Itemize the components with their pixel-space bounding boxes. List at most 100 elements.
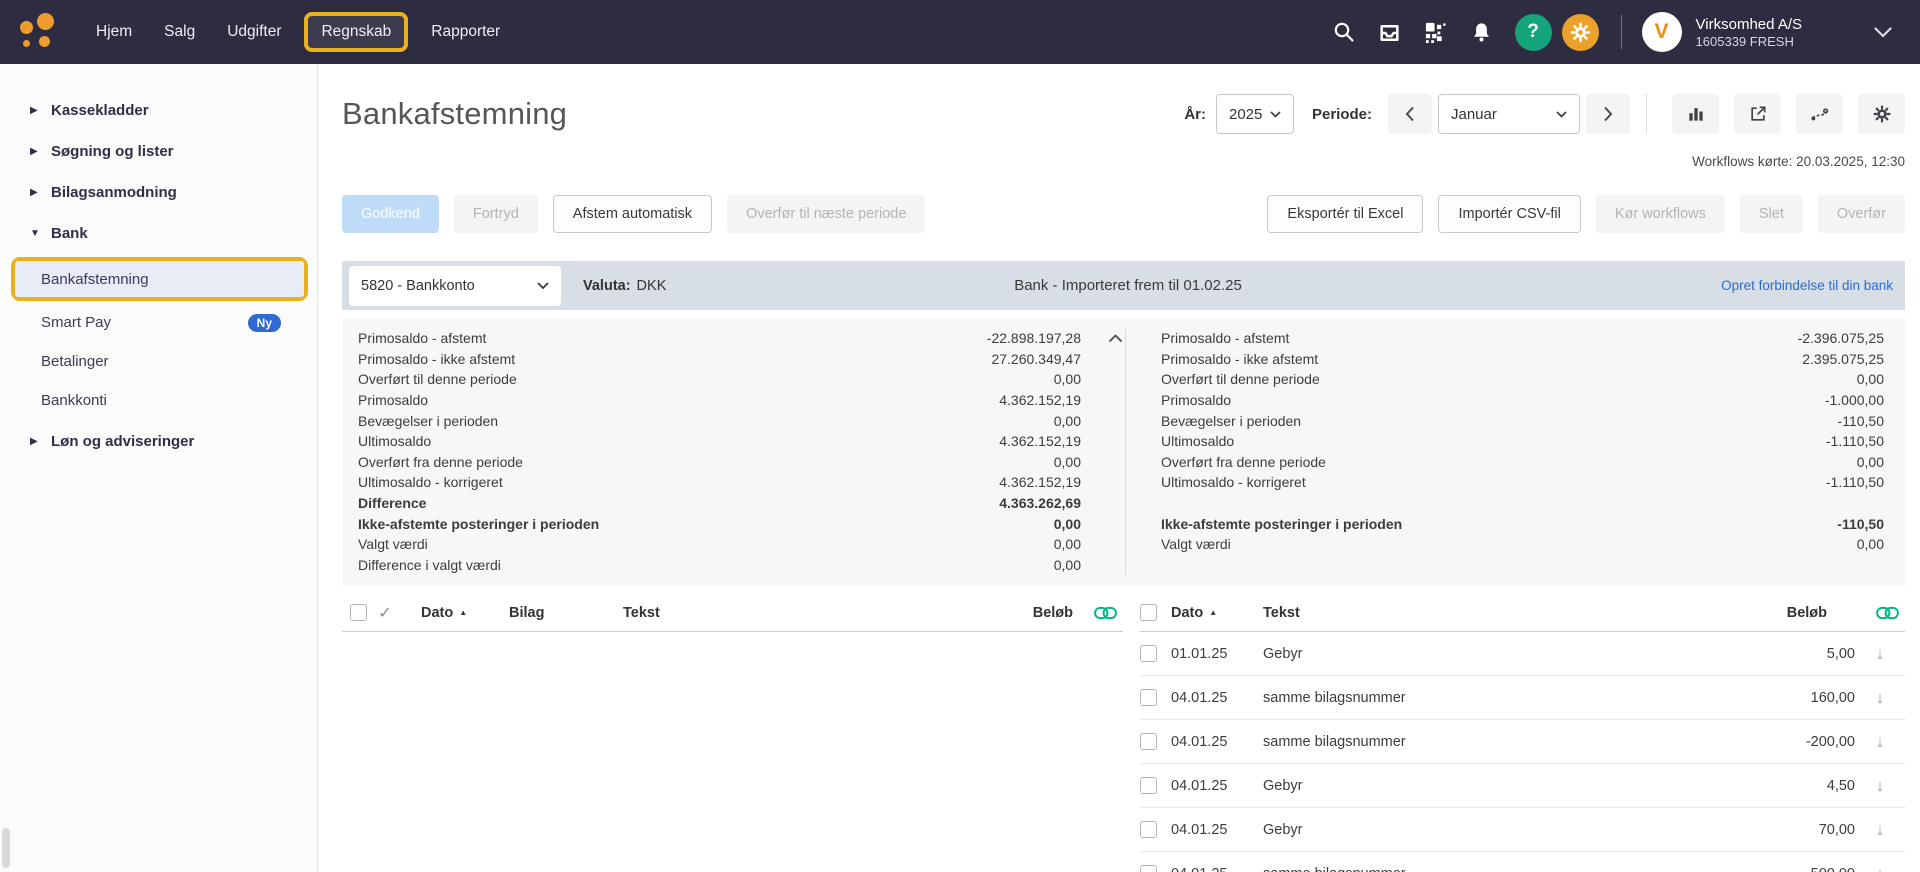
reconcile-check-icon: ✓	[378, 604, 392, 622]
row-date: 04.01.25	[1171, 866, 1263, 872]
afstem-automatisk-button[interactable]: Afstem automatisk	[552, 195, 713, 233]
column-header-bilag[interactable]: Bilag	[509, 605, 623, 621]
bank-entry-row: 04.01.25 samme bilagsnummer 160,00 ↓	[1140, 676, 1905, 720]
overf-r-button[interactable]: Overfør	[1817, 195, 1905, 233]
summary-row: Bevægelser i perioden -110,50	[1161, 410, 1884, 431]
sidebar-group-bilagsanmodning[interactable]: ▶ Bilagsanmodning	[0, 172, 317, 213]
sidebar-item-label: Betalinger	[41, 353, 109, 370]
summary-value: 0,00	[1053, 412, 1081, 429]
summary-row: Difference i valgt værdi 0,00	[358, 555, 1081, 576]
bank-account-select[interactable]: 5820 - Bankkonto	[349, 265, 561, 306]
row-checkbox[interactable]	[1140, 821, 1157, 838]
bar-chart-icon-button[interactable]	[1672, 94, 1719, 134]
sidebar-item-smart-pay[interactable]: Smart Pay Ny	[0, 304, 317, 341]
move-to-ledger-icon[interactable]: ↓	[1855, 864, 1905, 872]
collapse-summary-button[interactable]	[1106, 332, 1125, 345]
sidebar-group-kassekladder[interactable]: ▶ Kassekladder	[0, 90, 317, 131]
settings-gear-icon[interactable]	[1561, 13, 1599, 51]
summary-row: Valgt værdi 0,00	[358, 534, 1081, 555]
top-nav: Hjem Salg Udgifter Regnskab Rapporter ? V Vi…	[0, 0, 1920, 64]
move-to-ledger-icon[interactable]: ↓	[1855, 688, 1905, 708]
summary-value: 0,00	[1856, 371, 1884, 388]
move-to-ledger-icon[interactable]: ↓	[1855, 644, 1905, 664]
connect-bank-link[interactable]: Opret forbindelse til din bank	[1721, 278, 1893, 293]
eksporter-til-excel-button[interactable]: Eksportér til Excel	[1267, 195, 1424, 233]
chevron-down-icon	[1874, 26, 1892, 38]
move-to-ledger-icon[interactable]: ↓	[1855, 732, 1905, 752]
year-select[interactable]: 2025	[1215, 94, 1294, 134]
slet-button[interactable]: Slet	[1739, 195, 1803, 233]
summary-value: -1.110,50	[1825, 474, 1884, 491]
sidebar-group-l-n-og-adviseringer[interactable]: ▶ Løn og adviseringer	[0, 421, 317, 462]
row-checkbox[interactable]	[1140, 645, 1157, 662]
column-header-dato[interactable]: Dato ▲	[1171, 605, 1263, 621]
nav-item-hjem[interactable]: Hjem	[82, 14, 146, 50]
apps-grid-icon[interactable]	[1413, 12, 1459, 52]
economic-logo[interactable]	[20, 12, 60, 52]
column-header-dato[interactable]: Dato ▲	[421, 605, 509, 621]
sidebar-item-label: Smart Pay	[41, 314, 112, 331]
fortryd-button[interactable]: Fortryd	[453, 195, 538, 233]
column-header-tekst[interactable]: Tekst	[1263, 605, 1787, 621]
summary-label: Difference	[358, 495, 427, 512]
summary-row: Primosaldo -1.000,00	[1161, 390, 1884, 411]
caret-down-icon: ▼	[30, 228, 40, 239]
importer-csv-fil-button[interactable]: Importér CSV-fil	[1438, 195, 1581, 233]
period-label: Periode:	[1311, 105, 1372, 123]
move-to-ledger-icon[interactable]: ↓	[1855, 820, 1905, 840]
search-icon[interactable]	[1321, 12, 1367, 52]
link-entries-icon[interactable]	[1855, 606, 1905, 620]
overf-r-til-n-ste-periode-button[interactable]: Overfør til næste periode	[727, 195, 926, 233]
sidebar-group-s-gning-og-lister[interactable]: ▶ Søgning og lister	[0, 131, 317, 172]
account-menu[interactable]: V Virksomhed A/S 1605339 FRESH	[1641, 12, 1920, 52]
previous-period-button[interactable]	[1388, 94, 1432, 134]
inbox-icon[interactable]	[1367, 12, 1413, 52]
company-avatar: V	[1641, 12, 1682, 52]
summary-value: -2.396.075,25	[1797, 330, 1884, 347]
link-entries-icon[interactable]	[1073, 606, 1123, 620]
column-header-belob[interactable]: Beløb	[1033, 605, 1073, 621]
nav-item-regnskab[interactable]: Regnskab	[304, 12, 409, 52]
nav-item-salg[interactable]: Salg	[150, 14, 209, 50]
sidebar: ▶ Kassekladder ▶ Søgning og lister ▶ Bilagsan…	[0, 64, 318, 872]
sidebar-item-bankafstemning[interactable]: Bankafstemning	[15, 261, 304, 297]
row-date: 04.01.25	[1171, 777, 1228, 794]
nav-item-udgifter[interactable]: Udgifter	[213, 14, 295, 50]
notifications-bell-icon[interactable]	[1459, 12, 1505, 52]
sidebar-item-label: Bankkonti	[41, 392, 107, 409]
main-content: Bankafstemning År: 2025 Periode: Januar	[318, 64, 1920, 872]
row-checkbox[interactable]	[1140, 777, 1157, 794]
k-r-workflows-button[interactable]: Kør workflows	[1595, 195, 1725, 233]
nav-item-rapporter[interactable]: Rapporter	[417, 14, 514, 50]
next-period-button[interactable]	[1586, 94, 1630, 134]
company-number: 1605339 FRESH	[1695, 34, 1794, 49]
column-header-tekst[interactable]: Tekst	[623, 605, 1033, 621]
select-all-checkbox-ledger[interactable]	[350, 604, 367, 621]
row-checkbox[interactable]	[1140, 733, 1157, 750]
sidebar-group-label: Søgning og lister	[51, 143, 174, 160]
year-value: 2025	[1228, 105, 1263, 123]
summary-row: Ikke-afstemte posteringer i perioden 0,00	[358, 513, 1081, 534]
workflow-icon-button[interactable]	[1796, 94, 1843, 134]
sidebar-item-betalinger[interactable]: Betalinger	[0, 343, 317, 380]
currency-label: Valuta:	[583, 277, 631, 294]
select-all-checkbox-bank[interactable]	[1140, 604, 1157, 621]
row-text: Gebyr	[1263, 645, 1303, 662]
godkend-button[interactable]: Godkend	[342, 195, 439, 233]
settings-icon-button[interactable]	[1858, 94, 1905, 134]
sidebar-item-bankkonti[interactable]: Bankkonti	[0, 382, 317, 419]
move-to-ledger-icon[interactable]: ↓	[1855, 776, 1905, 796]
help-icon[interactable]: ?	[1514, 13, 1552, 51]
sidebar-scrollbar-thumb[interactable]	[2, 828, 10, 868]
row-checkbox[interactable]	[1140, 689, 1157, 706]
sidebar-group-bank[interactable]: ▼ Bank	[0, 213, 317, 254]
sidebar-group-label: Kassekladder	[51, 102, 149, 119]
bank-entries-table: Dato ▲ Tekst Beløb 01.01.25 Gebyr 5,00 ↓ 04.0…	[1140, 594, 1905, 872]
bank-entry-row: 04.01.25 Gebyr 70,00 ↓	[1140, 808, 1905, 852]
row-checkbox[interactable]	[1140, 865, 1157, 872]
column-header-belob[interactable]: Beløb	[1787, 605, 1855, 621]
dato-label: Dato	[1171, 604, 1204, 621]
period-select[interactable]: Januar	[1438, 94, 1580, 134]
summary-row: Primosaldo - ikke afstemt 2.395.075,25	[1161, 349, 1884, 370]
external-link-icon-button[interactable]	[1734, 94, 1781, 134]
